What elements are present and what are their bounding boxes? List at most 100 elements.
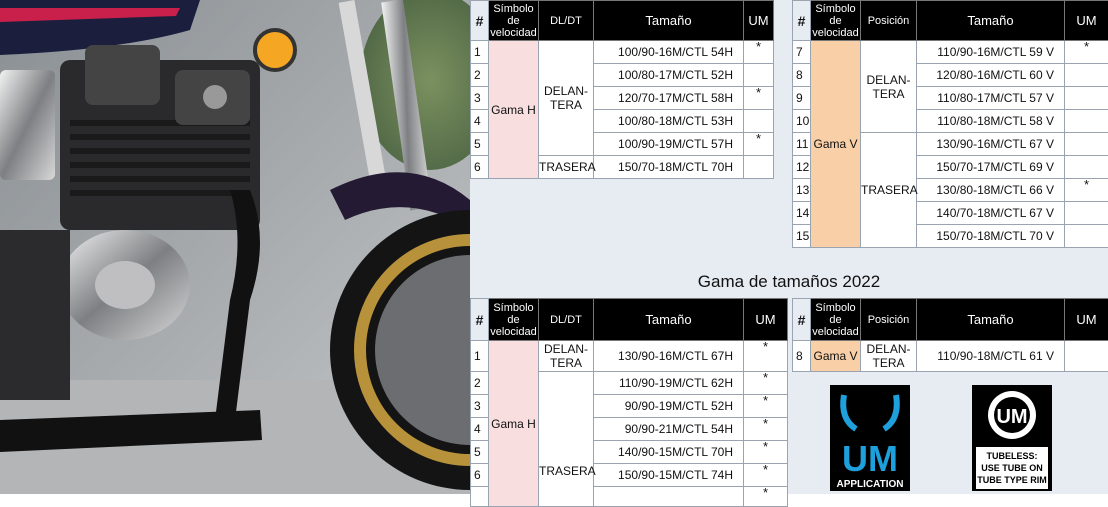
gama-label: Gama H <box>489 341 539 507</box>
row-number: 14 <box>793 202 811 225</box>
logo-tubeless-line3: TUBE TYPE RIM <box>977 475 1047 485</box>
col-size-header: Tamaño <box>594 299 744 341</box>
um-mark: * <box>744 441 788 464</box>
row-number: 2 <box>471 64 489 87</box>
um-mark <box>1065 87 1108 110</box>
col-um-header: UM <box>744 299 788 341</box>
um-mark <box>744 156 774 179</box>
row-number: 12 <box>793 156 811 179</box>
row-number: 11 <box>793 133 811 156</box>
table-row: 8 Gama V DELAN-TERA 110/90-18M/CTL 61 V <box>793 341 1108 372</box>
position-rear: TRASERA <box>539 156 594 179</box>
row-number: 2 <box>471 372 489 395</box>
tire-size: 90/90-21M/CTL 54H <box>594 418 744 441</box>
size-table-2021-gama-v: # Símbolo de velocidad Posición Tamaño U… <box>792 0 1108 248</box>
tire-size: 140/90-15M/CTL 70H <box>594 441 744 464</box>
col-size-header: Tamaño <box>917 1 1065 41</box>
gama-label: Gama V <box>811 41 861 248</box>
row-number: 15 <box>793 225 811 248</box>
tire-size: 100/90-19M/CTL 57H <box>594 133 744 156</box>
col-speed-symbol-header: Símbolo de velocidad <box>489 299 539 341</box>
um-mark: * <box>744 372 788 395</box>
col-um-header: UM <box>744 1 774 41</box>
tire-size: 150/90-15M/CTL 74H <box>594 464 744 487</box>
tire-size: 90/90-19M/CTL 52H <box>594 395 744 418</box>
tire-size: 100/90-16M/CTL 54H <box>594 41 744 64</box>
tire-size: 150/70-18M/CTL 70 V <box>917 225 1065 248</box>
um-mark: * <box>744 133 774 156</box>
row-number: 8 <box>793 341 811 372</box>
tire-size: 120/70-17M/CTL 58H <box>594 87 744 110</box>
logo-um-caption: APPLICATION <box>836 479 903 490</box>
row-number: 4 <box>471 110 489 133</box>
row-number: 9 <box>793 87 811 110</box>
tire-size: 150/70-17M/CTL 69 V <box>917 156 1065 179</box>
tire-size: 110/90-16M/CTL 59 V <box>917 41 1065 64</box>
um-mark <box>1065 110 1108 133</box>
um-mark: * <box>744 341 788 372</box>
um-mark <box>744 110 774 133</box>
um-mark: * <box>744 395 788 418</box>
tire-size: 110/80-17M/CTL 57 V <box>917 87 1065 110</box>
tire-size: 110/90-18M/CTL 61 V <box>917 341 1065 372</box>
row-number <box>471 487 489 507</box>
logo-tubeless-line1: TUBELESS: <box>986 451 1037 461</box>
row-number: 13 <box>793 179 811 202</box>
um-mark: * <box>1065 179 1108 202</box>
um-mark <box>1065 133 1108 156</box>
motorcycle-photo <box>0 0 470 494</box>
um-mark <box>1065 156 1108 179</box>
col-speed-symbol-header: Símbolo de velocidad <box>811 299 861 341</box>
um-mark: * <box>1065 41 1108 64</box>
col-position-header: Posición <box>861 299 917 341</box>
tire-size: 130/90-16M/CTL 67H <box>594 341 744 372</box>
um-mark <box>1065 202 1108 225</box>
row-number: 1 <box>471 341 489 372</box>
gama-label: Gama H <box>489 41 539 179</box>
um-mark <box>1065 341 1108 372</box>
um-application-logo: UM APPLICATION <box>830 385 910 491</box>
col-position-header: Posición <box>861 1 917 41</box>
row-number: 6 <box>471 464 489 487</box>
um-mark: * <box>744 487 788 507</box>
tire-size: 130/80-18M/CTL 66 V <box>917 179 1065 202</box>
tire-size: 140/70-18M/CTL 67 V <box>917 202 1065 225</box>
tire-size <box>594 487 744 507</box>
table-row: 1 Gama H DELAN-TERA 130/90-16M/CTL 67H * <box>471 341 788 372</box>
row-number: 5 <box>471 133 489 156</box>
section-title: Gama de tamaños 2022 <box>470 272 1108 292</box>
gama-label: Gama V <box>811 341 861 372</box>
col-size-header: Tamaño <box>594 1 744 41</box>
um-mark: * <box>744 87 774 110</box>
um-mark <box>1065 225 1108 248</box>
size-table-2022-gama-v: # Símbolo de velocidad Posición Tamaño U… <box>792 298 1108 372</box>
um-mark <box>744 64 774 87</box>
position-rear: TRASERA <box>861 133 917 248</box>
table-row: 7 Gama V DELAN-TERA 110/90-16M/CTL 59 V … <box>793 41 1108 64</box>
row-number: 3 <box>471 87 489 110</box>
row-number: 3 <box>471 395 489 418</box>
logo-tubeless-line2: USE TUBE ON <box>981 463 1043 473</box>
position-rear: TRASERA <box>539 372 594 507</box>
col-dl-dt-header: DL/DT <box>539 1 594 41</box>
col-number-header: # <box>793 299 811 341</box>
tubeless-logo: UM TUBELESS: USE TUBE ON TUBE TYPE RIM <box>972 385 1052 491</box>
table-row: 1 Gama H DELAN-TERA 100/90-16M/CTL 54H * <box>471 41 774 64</box>
tire-size: 150/70-18M/CTL 70H <box>594 156 744 179</box>
position-front: DELAN-TERA <box>539 341 594 372</box>
col-number-header: # <box>471 299 489 341</box>
row-number: 4 <box>471 418 489 441</box>
col-um-header: UM <box>1065 299 1108 341</box>
size-table-2022-gama-h: # Símbolo de velocidad DL/DT Tamaño UM 1… <box>470 298 788 507</box>
row-number: 10 <box>793 110 811 133</box>
tire-size: 130/90-16M/CTL 67 V <box>917 133 1065 156</box>
row-number: 1 <box>471 41 489 64</box>
tire-size: 100/80-18M/CTL 53H <box>594 110 744 133</box>
um-mark: * <box>744 418 788 441</box>
logo-um-mark: UM <box>842 438 898 479</box>
tire-size: 120/80-16M/CTL 60 V <box>917 64 1065 87</box>
row-number: 7 <box>793 41 811 64</box>
col-size-header: Tamaño <box>917 299 1065 341</box>
um-mark: * <box>744 41 774 64</box>
um-mark: * <box>744 464 788 487</box>
